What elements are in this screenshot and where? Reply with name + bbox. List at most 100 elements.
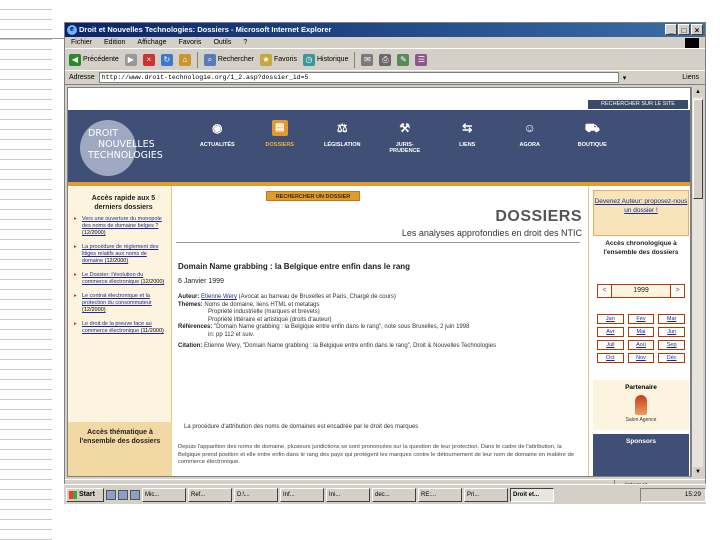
edit-button[interactable]: ✎	[397, 53, 410, 66]
taskbar-button[interactable]: Pri...	[464, 487, 508, 502]
maximize-button[interactable]: □	[678, 24, 690, 35]
article-title: Domain Name grabbing : la Belgique entre…	[178, 262, 411, 271]
system-tray-clock: 15:29	[640, 487, 706, 502]
month-grid: Jan Fév Mar Avr Mai Jun Juil Aoû Sep Oct…	[597, 314, 685, 363]
windows-flag-icon	[69, 490, 77, 499]
month-button[interactable]: Mar	[658, 314, 685, 324]
list-item[interactable]: Le Dossier: l'évolution du commerce élec…	[74, 272, 167, 286]
refresh-button[interactable]: ↻	[160, 53, 173, 66]
month-button[interactable]: Déc	[658, 353, 685, 363]
gavel-icon: ⚖	[336, 121, 348, 135]
minimize-button[interactable]: _	[665, 24, 677, 35]
scroll-thumb[interactable]	[693, 99, 703, 199]
nav-boutique[interactable]: ⛟ BOUTIQUE	[561, 120, 624, 176]
forward-arrow-icon: ▶	[124, 53, 137, 66]
month-button[interactable]: Oct	[597, 353, 624, 363]
month-button[interactable]: Mai	[627, 327, 655, 337]
taskbar-button[interactable]: Ref...	[188, 487, 232, 502]
list-item[interactable]: Vers une ouverture du monopole des noms …	[74, 216, 167, 237]
site-header: DROIT NOUVELLES TECHNOLOGIES ◉ ACTUALITÉS…	[68, 110, 690, 182]
scroll-up-icon[interactable]: ▲	[693, 87, 703, 97]
become-author-link[interactable]: Devenez Auteur: proposez-nous un dossier…	[593, 190, 689, 236]
taskbar-button-active[interactable]: Droit et...	[510, 487, 554, 502]
window-title: Droit et Nouvelles Technologies: Dossier…	[79, 25, 332, 34]
author-link[interactable]: Etienne Wery	[201, 294, 237, 300]
print-button[interactable]: ⎙	[379, 53, 392, 66]
title-bar: e Droit et Nouvelles Technologies: Dossi…	[65, 23, 705, 37]
month-button[interactable]: Jun	[658, 327, 685, 337]
recent-dossiers-list: Vers une ouverture du monopole des noms …	[68, 216, 171, 335]
menu-edit[interactable]: Edition	[104, 37, 125, 48]
search-button[interactable]: ⌕ Rechercher	[203, 53, 254, 66]
address-bar: Adresse http://www.droit-technologie.org…	[65, 71, 705, 85]
history-button[interactable]: ◷ Historique	[302, 53, 348, 66]
menu-file[interactable]: Fichier	[71, 37, 92, 48]
article-intro: La procédure d'attribution des noms de d…	[184, 424, 419, 430]
taskbar-button[interactable]: Mic...	[142, 487, 186, 502]
partner-box[interactable]: Partenaire Salon Agence	[593, 380, 689, 430]
taskbar-button[interactable]: Inf...	[280, 487, 324, 502]
stop-button[interactable]: ×	[142, 53, 155, 66]
vertical-scrollbar[interactable]: ▲ ▼	[691, 87, 703, 477]
quicklaunch-ie-icon[interactable]	[106, 489, 116, 500]
discuss-button[interactable]: ☰	[415, 53, 428, 66]
back-arrow-icon: ◀	[69, 53, 81, 66]
edit-icon: ✎	[397, 53, 410, 66]
taskbar-button[interactable]: dec...	[372, 487, 416, 502]
thematic-access-heading[interactable]: Accès thématique à l'ensemble des dossie…	[68, 422, 172, 476]
toolbar-separator	[354, 51, 356, 68]
list-item[interactable]: La procédure de règlement des litiges re…	[74, 244, 167, 265]
nav-jurisprudence[interactable]: ⚒ JURIS- PRUDENCE	[374, 120, 437, 176]
slide-ruled-margin	[0, 0, 52, 540]
month-button[interactable]: Avr	[597, 327, 624, 337]
links-button[interactable]: Liens	[682, 74, 705, 81]
nav-liens[interactable]: ⇆ LIENS	[436, 120, 499, 176]
nav-agora[interactable]: ☺ AGORA	[499, 120, 562, 176]
antenna-icon: ◉	[212, 121, 223, 135]
right-sidebar: Devenez Auteur: proposez-nous un dossier…	[588, 186, 690, 476]
forward-button[interactable]: ▶	[124, 53, 137, 66]
quicklaunch-outlook-icon[interactable]	[130, 489, 140, 500]
scroll-down-icon[interactable]: ▼	[693, 467, 703, 477]
month-button[interactable]: Aoû	[627, 340, 655, 350]
history-icon: ◷	[302, 53, 315, 66]
menu-tools[interactable]: Outils	[213, 37, 231, 48]
home-icon: ⌂	[178, 53, 191, 66]
list-item[interactable]: Le contrat électronique et la protection…	[74, 293, 167, 314]
search-site-button[interactable]: RECHERCHER SUR LE SITE	[588, 100, 688, 109]
windows-logo-icon	[685, 38, 699, 48]
start-button[interactable]: Start	[66, 487, 104, 502]
address-input[interactable]: http://www.droit-technologie.org/1_2.asp…	[98, 72, 619, 83]
back-button[interactable]: ◀ Précédente	[69, 53, 119, 66]
quicklaunch-desktop-icon[interactable]	[118, 489, 128, 500]
year-next-button[interactable]: >	[670, 285, 684, 297]
mail-button[interactable]: ✉	[361, 53, 374, 66]
menu-view[interactable]: Affichage	[137, 37, 166, 48]
month-button[interactable]: Sep	[658, 340, 685, 350]
favorites-button[interactable]: ★ Favoris	[260, 53, 297, 66]
browser-window: e Droit et Nouvelles Technologies: Dossi…	[64, 22, 706, 502]
taskbar-button[interactable]: D:\...	[234, 487, 278, 502]
year-prev-button[interactable]: <	[598, 285, 612, 297]
nav-actualites[interactable]: ◉ ACTUALITÉS	[186, 120, 249, 176]
month-button[interactable]: Juil	[597, 340, 624, 350]
page-title: DOSSIERS	[495, 208, 582, 225]
nav-dossiers[interactable]: ▤ DOSSIERS	[249, 120, 312, 176]
nav-legislation[interactable]: ⚖ LÉGISLATION	[311, 120, 374, 176]
month-button[interactable]: Fév	[627, 314, 655, 324]
page-subtitle: Les analyses approfondies en droit des N…	[401, 228, 582, 238]
month-button[interactable]: Jan	[597, 314, 624, 324]
close-button[interactable]: ×	[691, 24, 703, 35]
star-icon: ★	[260, 53, 272, 66]
month-button[interactable]: Nov	[627, 353, 655, 363]
home-button[interactable]: ⌂	[178, 53, 191, 66]
go-dropdown-icon[interactable]: ▾	[623, 74, 627, 82]
year-value: 1999	[612, 285, 670, 297]
menu-help[interactable]: ?	[243, 37, 247, 48]
ie-icon: e	[67, 25, 77, 35]
list-item[interactable]: Le droit de la preuve face au commerce é…	[74, 321, 167, 335]
taskbar-button[interactable]: RE:...	[418, 487, 462, 502]
taskbar-button[interactable]: Ini...	[326, 487, 370, 502]
menu-favorites[interactable]: Favoris	[178, 37, 201, 48]
search-dossier-button[interactable]: RECHERCHER UN DOSSIER	[266, 191, 360, 201]
